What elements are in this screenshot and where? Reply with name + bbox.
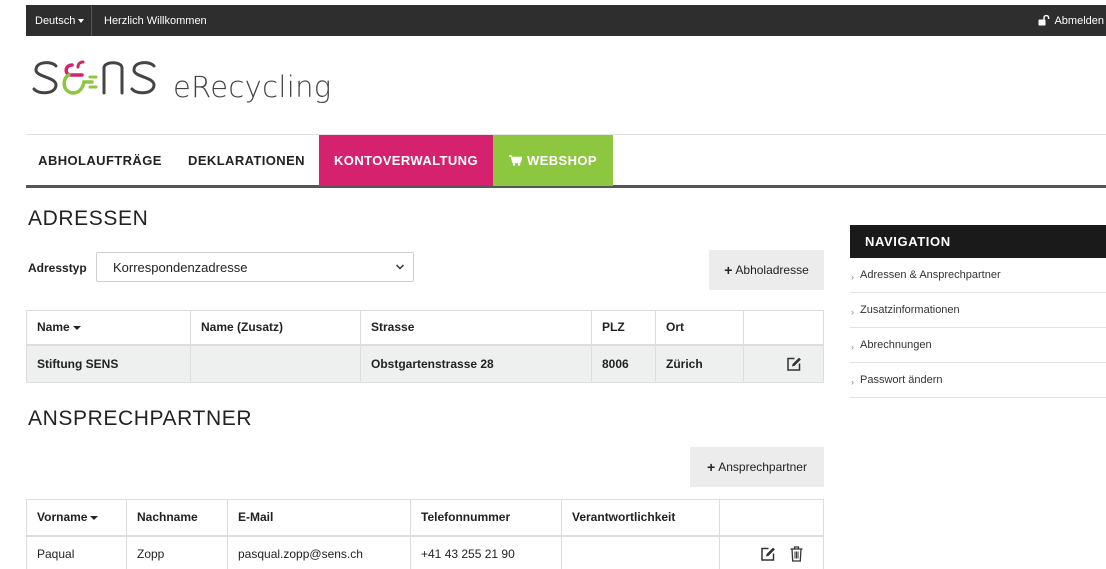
nav-tab-webshop[interactable]: WEBSHOP xyxy=(493,135,613,186)
sort-caret-icon xyxy=(90,516,99,521)
chevron-right-icon: › xyxy=(851,306,854,317)
cell-actions xyxy=(743,344,824,383)
address-type-label: Adresstyp xyxy=(28,261,87,275)
column-header-actions xyxy=(743,310,824,345)
cell-last-name: Zopp xyxy=(126,535,228,569)
sidebar-navigation: NAVIGATION › Adressen & Ansprechpartner … xyxy=(850,225,1106,398)
address-type-value: Korrespondenzadresse xyxy=(113,259,248,275)
nav-tab-label: WEBSHOP xyxy=(527,153,597,168)
plus-icon: + xyxy=(724,262,733,278)
edit-icon xyxy=(761,547,776,561)
edit-address-button[interactable] xyxy=(786,356,802,372)
trash-icon xyxy=(790,546,803,562)
nav-tab-label: DEKLARATIONEN xyxy=(188,153,305,168)
logout-link[interactable]: Abmelden xyxy=(1038,5,1106,36)
chevron-right-icon: › xyxy=(851,376,854,387)
nav-tab-label: ABHOLAUFTRÄGE xyxy=(38,153,162,168)
table-row: Stiftung SENS Obstgartenstrasse 28 8006 … xyxy=(26,344,824,383)
sort-caret-icon xyxy=(72,326,81,331)
language-label: Deutsch xyxy=(35,14,76,27)
cell-email: pasqual.zopp@sens.ch xyxy=(227,535,411,569)
column-header-responsibility: Verantwortlichkeit xyxy=(561,499,720,536)
nav-tab-label: KONTOVERWALTUNG xyxy=(334,153,478,168)
column-header-email: E-Mail xyxy=(227,499,411,536)
cart-icon xyxy=(509,155,522,166)
cell-zip: 8006 xyxy=(591,344,656,383)
add-contact-button[interactable]: + Ansprechpartner xyxy=(690,447,824,487)
column-header-phone: Telefonnummer xyxy=(410,499,562,536)
cell-phone: +41 43 255 21 90 xyxy=(410,535,562,569)
column-header-zip: PLZ xyxy=(591,310,656,345)
add-pickup-address-button[interactable]: + Abholadresse xyxy=(709,250,824,290)
language-dropdown[interactable]: Deutsch xyxy=(26,5,92,36)
address-type-select[interactable]: Korrespondenzadresse xyxy=(96,252,414,282)
cell-city: Zürich xyxy=(655,344,744,383)
addresses-heading: ADRESSEN xyxy=(28,207,149,230)
contacts-table: Vorname Nachname E-Mail Telefonnummer Ve… xyxy=(26,499,824,569)
main-nav: ABHOLAUFTRÄGE DEKLARATIONEN KONTOVERWALT… xyxy=(26,134,1106,188)
addresses-table: Name Name (Zusatz) Strasse PLZ Ort Stift… xyxy=(26,310,824,383)
cell-first-name: Paqual xyxy=(26,535,127,569)
column-header-last-name: Nachname xyxy=(126,499,228,536)
unlock-icon xyxy=(1038,15,1050,26)
table-header-row: Name Name (Zusatz) Strasse PLZ Ort xyxy=(26,310,824,345)
sens-logo-mark xyxy=(32,60,156,95)
sidebar-item-label: Zusatzinformationen xyxy=(860,304,960,316)
nav-tab-deklarationen[interactable]: DEKLARATIONEN xyxy=(174,135,319,186)
cell-responsibility xyxy=(561,535,720,569)
top-bar: Deutsch Herzlich Willkommen Abmelden xyxy=(26,5,1106,36)
plus-icon: + xyxy=(707,459,716,475)
caret-down-icon xyxy=(78,19,85,23)
logo[interactable]: eRecycling xyxy=(28,52,331,108)
sidebar-item-additional-info[interactable]: › Zusatzinformationen xyxy=(850,293,1106,328)
chevron-down-icon xyxy=(395,264,405,270)
cell-street: Obstgartenstrasse 28 xyxy=(360,344,592,383)
sidebar-item-label: Passwort ändern xyxy=(860,374,943,386)
table-row: Paqual Zopp pasqual.zopp@sens.ch +41 43 … xyxy=(26,535,824,569)
welcome-text: Herzlich Willkommen xyxy=(104,14,207,27)
column-header-street: Strasse xyxy=(360,310,592,345)
logo-subtitle: eRecycling xyxy=(173,70,332,104)
sidebar-item-change-password[interactable]: › Passwort ändern xyxy=(850,363,1106,398)
column-header-city: Ort xyxy=(655,310,744,345)
column-header-name[interactable]: Name xyxy=(26,310,191,345)
column-header-name-extra: Name (Zusatz) xyxy=(190,310,361,345)
cell-name-extra xyxy=(190,344,361,383)
cell-actions xyxy=(719,535,824,569)
table-header-row: Vorname Nachname E-Mail Telefonnummer Ve… xyxy=(26,499,824,536)
sidebar-item-billing[interactable]: › Abrechnungen xyxy=(850,328,1106,363)
column-header-label: Name xyxy=(37,320,70,335)
column-header-actions xyxy=(719,499,824,536)
sidebar-item-label: Adressen & Ansprechpartner xyxy=(860,269,1001,281)
chevron-right-icon: › xyxy=(851,341,854,352)
chevron-right-icon: › xyxy=(851,271,854,282)
sidebar-item-label: Abrechnungen xyxy=(860,339,932,351)
edit-icon xyxy=(786,357,801,371)
nav-tab-abholauftraege[interactable]: ABHOLAUFTRÄGE xyxy=(26,135,174,186)
add-pickup-address-label: Abholadresse xyxy=(735,263,809,277)
logout-label: Abmelden xyxy=(1054,14,1104,27)
contacts-heading: ANSPRECHPARTNER xyxy=(28,407,253,430)
column-header-label: Vorname xyxy=(37,510,88,525)
sidebar-title: NAVIGATION xyxy=(850,225,1106,258)
nav-tab-kontoverwaltung[interactable]: KONTOVERWALTUNG xyxy=(319,135,493,186)
add-contact-label: Ansprechpartner xyxy=(718,460,807,474)
sidebar-item-addresses-contacts[interactable]: › Adressen & Ansprechpartner xyxy=(850,258,1106,293)
edit-contact-button[interactable] xyxy=(760,546,776,562)
column-header-first-name[interactable]: Vorname xyxy=(26,499,127,536)
delete-contact-button[interactable] xyxy=(790,546,803,562)
cell-name: Stiftung SENS xyxy=(26,344,191,383)
